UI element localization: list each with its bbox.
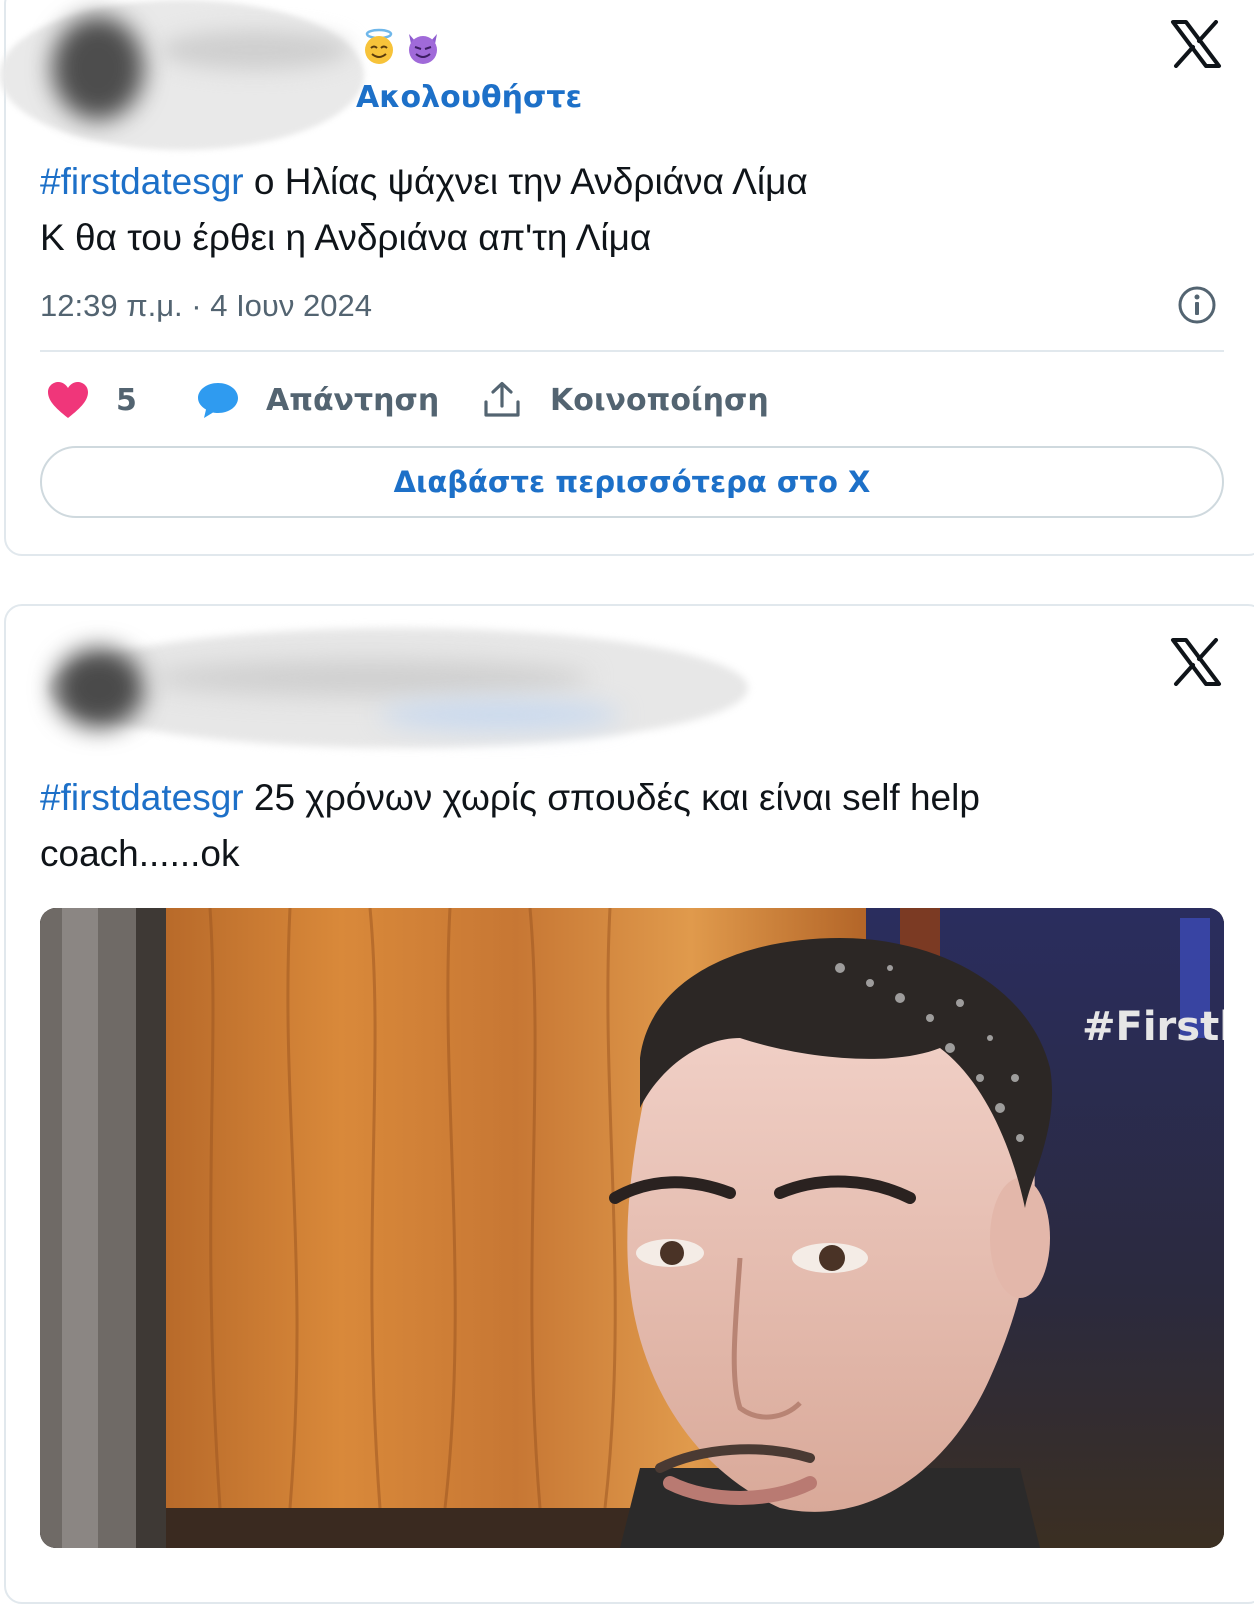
reply-bubble-icon: [196, 380, 240, 420]
tweet-1-text: #firstdatesgr ο Ηλίας ψάχνει την Ανδριάν…: [40, 154, 1220, 266]
tweet-2-line-1-text: 25 χρόνων χωρίς σπουδές και είναι self h…: [243, 777, 980, 818]
tweet-2-text: #firstdatesgr 25 χρόνων χωρίς σπουδές κα…: [40, 770, 1220, 882]
blurred-avatar: [52, 16, 144, 120]
like-button[interactable]: 5: [46, 378, 137, 422]
reply-label: Απάντηση: [266, 382, 440, 418]
tweet-2-line-2: coach......ok: [40, 833, 240, 874]
photo-overlay-text: #Firstl: [1082, 1004, 1224, 1050]
share-label: Κοινοποίηση: [550, 382, 769, 418]
follow-button[interactable]: Ακολουθήστε: [356, 80, 582, 115]
share-button[interactable]: Κοινοποίηση: [482, 378, 769, 422]
blurred-username-2: [150, 660, 590, 696]
info-icon[interactable]: [1176, 284, 1218, 326]
tweet-2-line-1: #firstdatesgr 25 χρόνων χωρίς σπουδές κα…: [40, 770, 1220, 826]
blurred-username: [160, 30, 350, 70]
hashtag-link-2[interactable]: #firstdatesgr: [40, 777, 244, 818]
tweet-1-line-2: Κ θα του έρθει η Ανδριάνα απ'τη Λίμα: [40, 217, 652, 258]
heart-icon: [46, 380, 90, 420]
tweet-1-line-1: #firstdatesgr ο Ηλίας ψάχνει την Ανδριάν…: [40, 154, 1220, 210]
blurred-handle-2: [380, 700, 620, 730]
tweet-timestamp[interactable]: 12:39 π.μ. · 4 Ιουν 2024: [40, 288, 372, 324]
blurred-avatar-2: [54, 648, 144, 728]
divider: [40, 350, 1224, 352]
angel-emoji-icon: [360, 28, 398, 66]
x-logo-icon[interactable]: [1170, 20, 1222, 68]
tweet-photo[interactable]: #Firstl: [40, 908, 1224, 1548]
tweet-photo-image: #Firstl: [40, 908, 1224, 1548]
share-upload-icon: [482, 380, 522, 420]
x-logo-icon-2[interactable]: [1170, 638, 1222, 686]
tweet-1-line-1-text: ο Ηλίας ψάχνει την Ανδριάνα Λίμα: [243, 161, 808, 202]
devil-emoji-icon: [404, 28, 442, 66]
reply-button[interactable]: Απάντηση: [196, 378, 439, 422]
hashtag-link[interactable]: #firstdatesgr: [40, 161, 244, 202]
read-more-on-x-button[interactable]: Διαβάστε περισσότερα στο X: [40, 446, 1224, 518]
like-count: 5: [116, 382, 137, 418]
